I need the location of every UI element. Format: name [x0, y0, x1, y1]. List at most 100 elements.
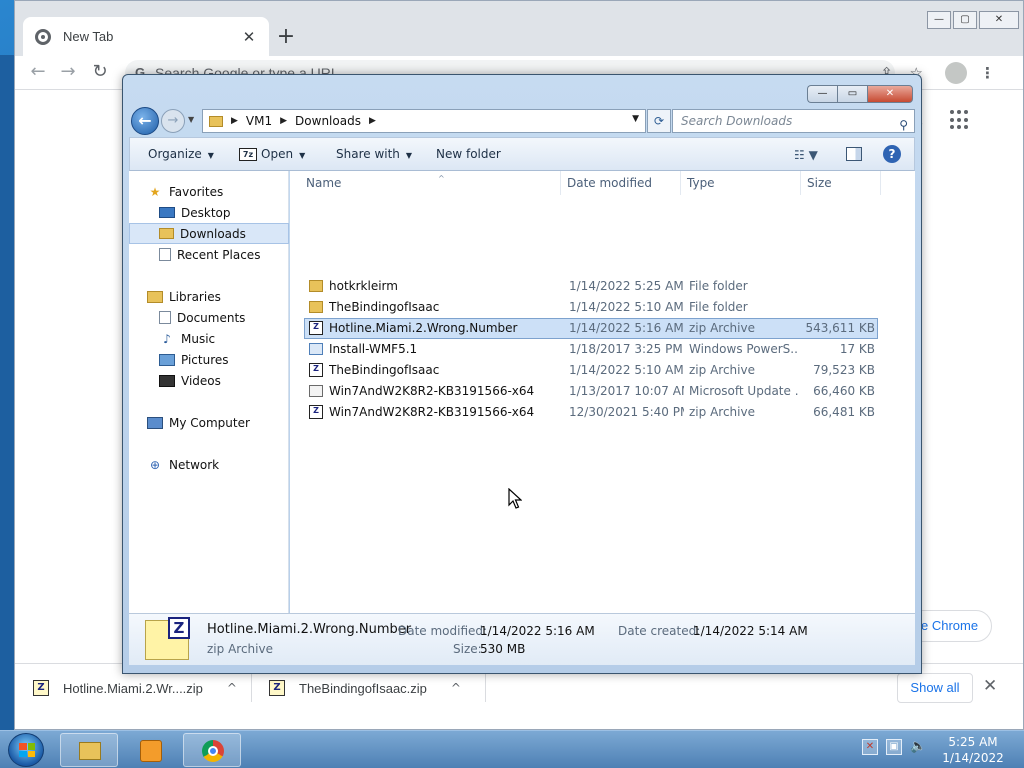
sidebar-item-label: Documents — [177, 310, 246, 325]
chrome-menu-icon[interactable]: ⋮ — [980, 64, 995, 82]
file-row[interactable]: Install-WMF5.1 1/18/2017 3:25 PM Windows… — [304, 339, 878, 360]
search-input[interactable]: Search Downloads ⚲ — [672, 109, 915, 133]
pictures-icon — [159, 353, 175, 366]
recent-places-icon — [159, 248, 171, 261]
file-row[interactable]: TheBindingofIsaac 1/14/2022 5:10 AM File… — [304, 297, 878, 318]
taskbar-media-player-button[interactable] — [121, 733, 179, 767]
system-tray: ✕ ▣ 🔈 — [862, 739, 926, 755]
explorer-maximize-button[interactable]: ▭ — [837, 85, 867, 103]
column-header-name[interactable]: Name ^ — [300, 171, 561, 195]
new-tab-button[interactable]: + — [273, 25, 299, 51]
start-button[interactable] — [8, 733, 44, 767]
forward-arrow-icon[interactable]: → — [57, 62, 79, 84]
file-type: Microsoft Update ... — [689, 384, 799, 398]
back-button[interactable]: ← — [131, 107, 159, 135]
file-size: 543,611 KB — [805, 321, 875, 335]
file-row[interactable]: Z Hotline.Miami.2.Wrong.Number 1/14/2022… — [304, 318, 878, 339]
sidebar-item-libraries[interactable]: Libraries — [129, 286, 289, 307]
address-dropdown-icon[interactable]: ▼ — [632, 114, 639, 124]
caret-down-icon: ▼ — [299, 151, 306, 160]
tab-close-icon[interactable]: ✕ — [241, 28, 257, 46]
chrome-maximize-button[interactable]: ▢ — [953, 11, 977, 29]
download-item[interactable]: Z Hotline.Miami.2.Wr....zip ^ — [15, 672, 251, 704]
help-icon[interactable]: ? — [883, 145, 901, 163]
recent-pages-dropdown-icon[interactable]: ▼ — [188, 115, 194, 124]
file-row[interactable]: Z Win7AndW2K8R2-KB3191566-x64 12/30/2021… — [304, 402, 878, 423]
organize-button[interactable]: Organize ▼ — [148, 147, 214, 161]
open-button[interactable]: 7z Open ▼ — [239, 147, 305, 161]
show-all-button[interactable]: Show all — [897, 673, 973, 703]
share-with-label: Share with — [336, 147, 400, 161]
explorer-nav-row: ← → ▼ ▶ VM1 ▶ Downloads ▶ ▼ ⟳ Search Dow… — [131, 105, 915, 135]
zip-file-icon: Z — [269, 680, 285, 696]
file-row[interactable]: hotkrkleirm 1/14/2022 5:25 AM File folde… — [304, 276, 878, 297]
search-icon[interactable]: ⚲ — [899, 114, 908, 136]
refresh-button[interactable]: ⟳ — [647, 109, 671, 133]
zip-archive-icon: Z — [309, 321, 323, 335]
share-with-button[interactable]: Share with ▼ — [336, 147, 412, 161]
file-row[interactable]: Z TheBindingofIsaac 1/14/2022 5:10 AM zi… — [304, 360, 878, 381]
open-label: Open — [261, 147, 294, 161]
sidebar-item-my-computer[interactable]: My Computer — [129, 412, 289, 433]
column-header-date[interactable]: Date modified — [561, 171, 681, 195]
column-header-type[interactable]: Type — [681, 171, 801, 195]
sidebar-item-music[interactable]: ♪ Music — [129, 328, 289, 349]
breadcrumb-vm1[interactable]: VM1 — [246, 114, 272, 128]
action-center-flag-icon[interactable]: ✕ — [862, 739, 878, 755]
sidebar-item-label: Recent Places — [177, 247, 261, 262]
download-bar-close-icon[interactable]: ✕ — [983, 676, 997, 696]
sidebar-item-documents[interactable]: Documents — [129, 307, 289, 328]
column-header-size[interactable]: Size — [801, 171, 881, 195]
download-name: Hotline.Miami.2.Wr....zip — [63, 680, 203, 696]
folder-icon — [309, 301, 323, 313]
sidebar-item-videos[interactable]: Videos — [129, 370, 289, 391]
sidebar-item-desktop[interactable]: Desktop — [129, 202, 289, 223]
breadcrumb-separator[interactable]: ▶ — [280, 116, 287, 126]
file-name: TheBindingofIsaac — [329, 300, 440, 314]
download-item[interactable]: Z TheBindingofIsaac.zip ^ — [251, 672, 485, 704]
file-date: 1/13/2017 10:07 AM — [569, 384, 684, 398]
sidebar-item-label: Network — [169, 457, 220, 472]
breadcrumb-separator[interactable]: ▶ — [369, 116, 376, 126]
sidebar-item-pictures[interactable]: Pictures — [129, 349, 289, 370]
change-view-icon[interactable]: ☷ ▼ — [794, 148, 818, 162]
tab-new-tab[interactable]: New Tab ✕ — [23, 17, 269, 56]
sidebar-item-network[interactable]: ⊕ Network — [129, 454, 289, 475]
taskbar-chrome-button[interactable] — [183, 733, 241, 767]
file-size: 66,460 KB — [813, 384, 875, 398]
details-size-label: Size: — [453, 642, 482, 656]
chevron-up-icon[interactable]: ^ — [227, 681, 237, 695]
details-date-created: 1/14/2022 5:14 AM — [693, 624, 808, 638]
back-arrow-icon[interactable]: ← — [27, 62, 49, 84]
breadcrumb-separator[interactable]: ▶ — [231, 116, 238, 126]
chrome-icon — [202, 740, 224, 762]
chevron-up-icon[interactable]: ^ — [451, 681, 461, 695]
7zip-icon: 7z — [239, 148, 257, 161]
breadcrumb-downloads[interactable]: Downloads — [295, 114, 361, 128]
file-type: File folder — [689, 279, 748, 293]
volume-icon[interactable]: 🔈 — [910, 739, 926, 755]
explorer-minimize-button[interactable]: — — [807, 85, 837, 103]
explorer-close-button[interactable]: ✕ — [867, 85, 913, 103]
chrome-minimize-button[interactable]: — — [927, 11, 951, 29]
chrome-close-button[interactable]: ✕ — [979, 11, 1019, 29]
chrome-tab-strip: New Tab ✕ + — ▢ ✕ — [15, 1, 1023, 56]
reload-icon[interactable]: ↻ — [89, 62, 111, 84]
sidebar-item-downloads[interactable]: Downloads — [129, 223, 289, 244]
taskbar-explorer-button[interactable] — [60, 733, 118, 767]
taskbar-clock[interactable]: 5:25 AM 1/14/2022 — [940, 734, 1006, 766]
file-row[interactable]: Win7AndW2K8R2-KB3191566-x64 1/13/2017 10… — [304, 381, 878, 402]
address-bar[interactable]: ▶ VM1 ▶ Downloads ▶ ▼ — [202, 109, 646, 133]
sidebar-item-recent-places[interactable]: Recent Places — [129, 244, 289, 265]
network-tray-icon[interactable]: ▣ — [886, 739, 902, 755]
forward-button[interactable]: → — [161, 109, 185, 133]
preview-pane-icon[interactable] — [846, 147, 862, 161]
profile-avatar-icon[interactable] — [945, 62, 967, 84]
sidebar-item-label: Favorites — [169, 184, 224, 199]
network-icon: ⊕ — [149, 457, 161, 472]
zip-archive-icon: Z — [309, 363, 323, 377]
apps-grid-icon[interactable] — [950, 110, 970, 130]
new-folder-button[interactable]: New folder — [436, 147, 501, 161]
desktop-icon — [159, 207, 175, 218]
sidebar-item-favorites[interactable]: ★ Favorites — [129, 181, 289, 202]
